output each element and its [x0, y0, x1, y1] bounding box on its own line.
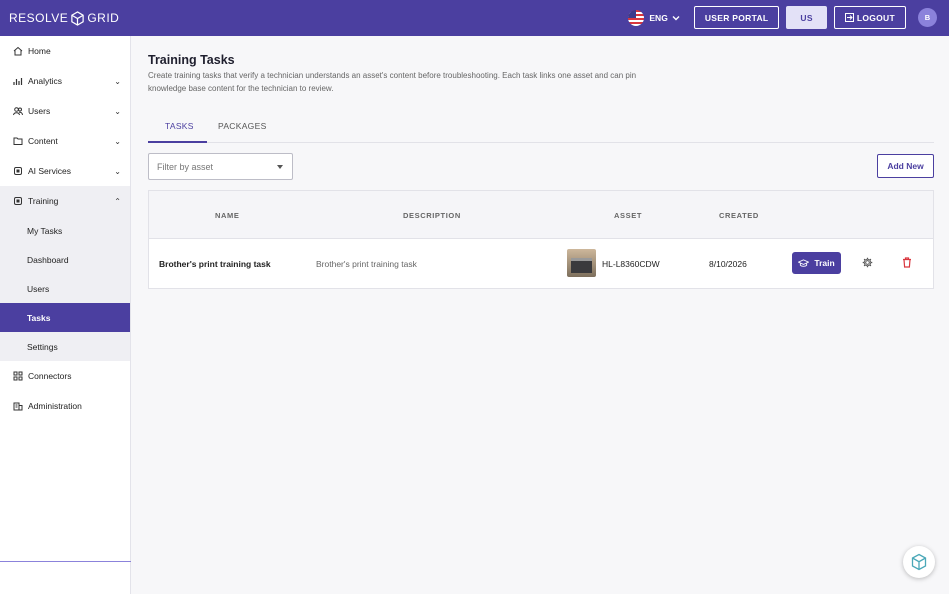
page-title: Training Tasks — [148, 53, 235, 67]
home-icon — [12, 46, 23, 57]
user-portal-button[interactable]: USER PORTAL — [693, 6, 780, 29]
gear-icon[interactable] — [862, 257, 873, 268]
chevron-down-icon: ⌄ — [114, 166, 121, 176]
assistant-fab[interactable] — [903, 546, 935, 578]
region-button[interactable]: US — [786, 6, 827, 29]
column-header-created[interactable]: CREATED — [719, 211, 759, 220]
tab-packages[interactable]: PACKAGES — [218, 121, 267, 131]
sidebar-subitem-users[interactable]: Users — [0, 274, 130, 303]
table-row[interactable]: Brother's print training task Brother's … — [149, 239, 933, 289]
sidebar-subitem-tasks[interactable]: Tasks — [0, 303, 130, 332]
tab-tasks[interactable]: TASKS — [165, 121, 194, 131]
top-bar: RESOLVE GRID ENG USER PORTAL US LOGOUT B — [0, 0, 949, 36]
sidebar-item-administration[interactable]: Administration — [0, 391, 130, 421]
analytics-icon — [12, 76, 23, 87]
page-description: Create training tasks that verify a tech… — [148, 71, 637, 93]
language-selector[interactable]: ENG — [628, 9, 680, 26]
task-name: Brother's print training task — [159, 259, 271, 269]
logout-label: LOGOUT — [856, 12, 895, 23]
sidebar-item-label: Users — [28, 106, 51, 116]
sidebar-item-label: Administration — [28, 401, 82, 411]
us-flag-icon — [628, 9, 645, 26]
table-header: NAME DESCRIPTION ASSET CREATED — [149, 191, 933, 239]
sidebar-subitem-dashboard[interactable]: Dashboard — [0, 245, 130, 274]
column-header-asset[interactable]: ASSET — [614, 211, 642, 220]
asset-filter-placeholder: Filter by asset — [157, 161, 214, 172]
sidebar-item-connectors[interactable]: Connectors — [0, 361, 130, 391]
sidebar-item-label: Analytics — [28, 76, 63, 86]
sidebar-item-content[interactable]: Content ⌄ — [0, 126, 130, 156]
sidebar-subitem-settings[interactable]: Settings — [0, 332, 130, 361]
asset-thumbnail — [567, 249, 596, 277]
tasks-table: NAME DESCRIPTION ASSET CREATED Brother's… — [148, 190, 934, 289]
logout-icon — [844, 13, 854, 22]
sidebar-item-label: Connectors — [28, 371, 72, 381]
logo-text-right: GRID — [87, 11, 120, 25]
app-logo[interactable]: RESOLVE GRID — [9, 10, 120, 26]
caret-down-icon — [277, 165, 283, 169]
language-label: ENG — [649, 12, 668, 23]
task-description: Brother's print training task — [316, 259, 417, 269]
logout-button[interactable]: LOGOUT — [833, 6, 906, 29]
cube-icon — [911, 553, 927, 571]
chevron-up-icon: ⌃ — [114, 196, 121, 206]
sidebar-item-label: Training — [28, 196, 59, 206]
grid-icon — [12, 371, 23, 382]
chevron-down-icon: ⌄ — [114, 106, 121, 116]
sidebar-divider — [0, 561, 131, 562]
column-header-name[interactable]: NAME — [215, 211, 239, 220]
main-content: Training Tasks Create training tasks tha… — [132, 36, 949, 594]
active-tab-indicator — [148, 141, 207, 143]
logo-cube-icon — [71, 10, 85, 26]
sidebar-item-training[interactable]: Training ⌃ — [0, 186, 130, 216]
task-asset: HL-L8360CDW — [602, 259, 660, 269]
sidebar-item-analytics[interactable]: Analytics ⌄ — [0, 66, 130, 96]
building-icon — [12, 401, 23, 412]
sidebar-item-label: AI Services — [28, 166, 71, 176]
training-icon — [12, 196, 23, 207]
task-created: 8/10/2026 — [709, 259, 747, 269]
users-icon — [12, 106, 23, 117]
column-header-description[interactable]: DESCRIPTION — [403, 211, 461, 220]
chevron-down-icon: ⌄ — [114, 76, 121, 86]
graduation-cap-icon — [798, 258, 810, 267]
ai-icon — [12, 166, 23, 177]
sidebar-subitem-my-tasks[interactable]: My Tasks — [0, 216, 130, 245]
sidebar-item-label: Home — [28, 46, 51, 56]
avatar[interactable]: B — [918, 8, 937, 27]
logo-text-left: RESOLVE — [9, 11, 69, 25]
folder-icon — [12, 136, 23, 147]
asset-filter-select[interactable]: Filter by asset — [148, 153, 293, 180]
chevron-down-icon — [672, 15, 680, 20]
trash-icon[interactable] — [902, 257, 912, 268]
sidebar-item-ai-services[interactable]: AI Services ⌄ — [0, 156, 130, 186]
chevron-down-icon: ⌄ — [114, 136, 121, 146]
sidebar-item-users[interactable]: Users ⌄ — [0, 96, 130, 126]
sidebar-item-home[interactable]: Home — [0, 36, 130, 66]
sidebar-item-label: Content — [28, 136, 58, 146]
tab-bar: TASKS PACKAGES — [148, 116, 934, 143]
add-new-button[interactable]: Add New — [877, 154, 934, 178]
train-label: Train — [814, 258, 835, 268]
sidebar: Home Analytics ⌄ Users ⌄ Content ⌄ AI Se… — [0, 36, 131, 594]
train-button[interactable]: Train — [792, 252, 841, 274]
